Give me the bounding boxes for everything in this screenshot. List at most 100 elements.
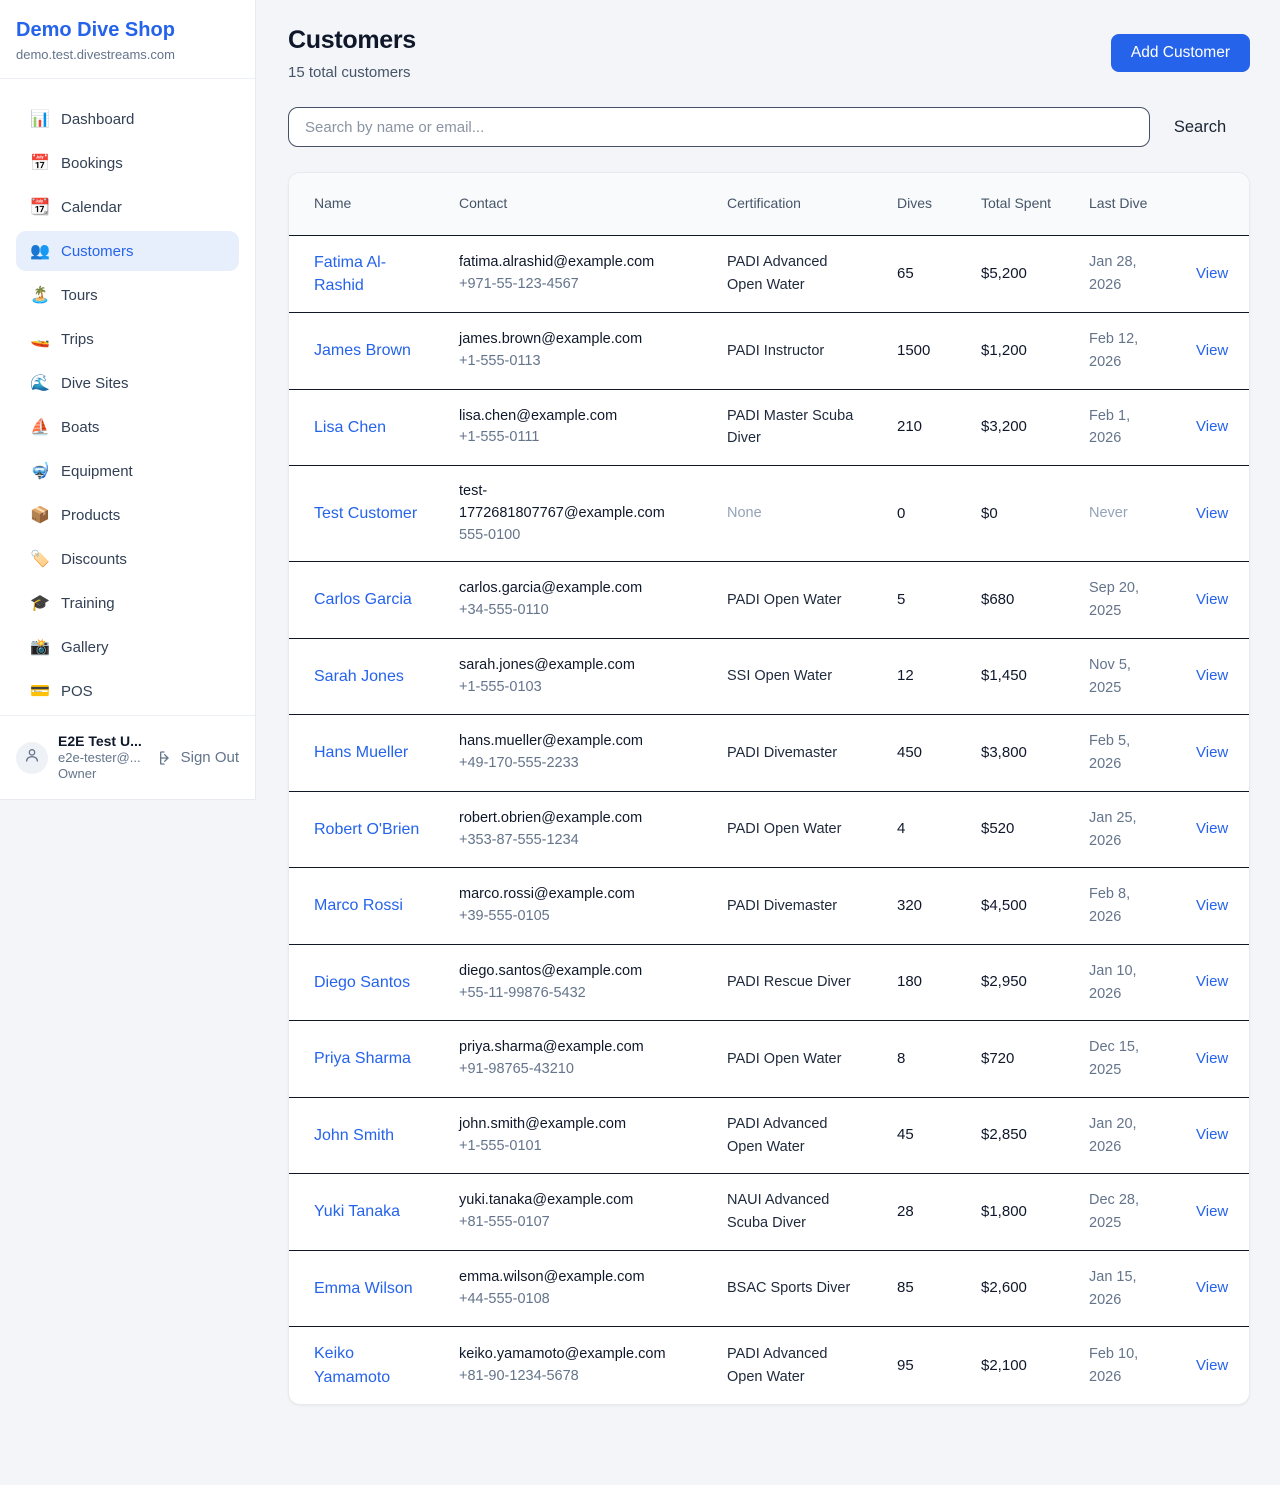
sidebar-item-label: Tours: [61, 287, 98, 304]
sidebar-item-bookings[interactable]: 📅Bookings: [16, 143, 239, 183]
dashboard-icon: 📊: [30, 109, 50, 129]
view-link[interactable]: View: [1196, 1126, 1228, 1143]
pos-icon: 💳: [30, 681, 50, 701]
customer-phone: +34-555-0110: [459, 600, 688, 622]
total-spent-cell: $1,800: [981, 1203, 1027, 1220]
dives-cell: 0: [897, 505, 905, 522]
sidebar-item-tours[interactable]: 🏝️ Tours: [16, 275, 239, 315]
view-link[interactable]: View: [1196, 1279, 1228, 1296]
view-link[interactable]: View: [1196, 897, 1228, 914]
customer-name-link[interactable]: Sarah Jones: [314, 665, 404, 688]
sidebar-item-dive-sites[interactable]: 🌊Dive Sites: [16, 363, 239, 403]
total-spent-cell: $1,450: [981, 667, 1027, 684]
tours-icon: 🏝️: [30, 285, 50, 305]
app-root: Demo Dive Shop demo.test.divestreams.com…: [0, 0, 1280, 1485]
column-header-contact: Contact: [434, 173, 702, 235]
dives-cell: 45: [897, 1126, 914, 1143]
customer-name-link[interactable]: Carlos Garcia: [314, 588, 412, 611]
sidebar-item-products[interactable]: 📦 Products: [16, 495, 239, 535]
certification-cell: BSAC Sports Diver: [727, 1280, 850, 1296]
view-link[interactable]: View: [1196, 1357, 1228, 1374]
sign-out-button[interactable]: Sign Out: [158, 749, 239, 766]
dives-cell: 4: [897, 820, 905, 837]
customer-name-link[interactable]: John Smith: [314, 1124, 394, 1147]
user-email: e2e-tester@...: [58, 750, 148, 766]
search-button[interactable]: Search: [1150, 118, 1250, 137]
customer-name-link[interactable]: Emma Wilson: [314, 1277, 413, 1300]
table-row: Marco Rossi marco.rossi@example.com +39-…: [289, 868, 1250, 945]
user-role: Owner: [58, 766, 148, 782]
customer-name-link[interactable]: James Brown: [314, 339, 411, 362]
customer-name-link[interactable]: Diego Santos: [314, 971, 410, 994]
customer-name-link[interactable]: Marco Rossi: [314, 894, 403, 917]
table-row: Lisa Chen lisa.chen@example.com +1-555-0…: [289, 389, 1250, 466]
customer-name-link[interactable]: Hans Mueller: [314, 741, 408, 764]
view-link[interactable]: View: [1196, 505, 1228, 522]
customer-phone: +353-87-555-1234: [459, 830, 688, 852]
sidebar-item-equipment[interactable]: 🤿Equipment: [16, 451, 239, 491]
customer-name-link[interactable]: Lisa Chen: [314, 416, 386, 439]
sidebar-item-calendar[interactable]: 📆Calendar: [16, 187, 239, 227]
customer-phone: +81-90-1234-5678: [459, 1366, 688, 1388]
sidebar-item-customers[interactable]: 👥Customers: [16, 231, 239, 271]
view-link[interactable]: View: [1196, 820, 1228, 837]
view-link[interactable]: View: [1196, 1203, 1228, 1220]
sidebar-item-label: POS: [61, 683, 93, 700]
sidebar-item-label: Products: [61, 507, 120, 524]
view-link[interactable]: View: [1196, 418, 1228, 435]
dives-cell: 210: [897, 418, 922, 435]
view-link[interactable]: View: [1196, 744, 1228, 761]
customer-name-link[interactable]: Fatima Al-Rashid: [314, 251, 420, 297]
customer-phone: +91-98765-43210: [459, 1059, 688, 1081]
total-spent-cell: $2,100: [981, 1357, 1027, 1374]
last-dive-cell: Dec 15, 2025: [1089, 1039, 1139, 1078]
view-link[interactable]: View: [1196, 342, 1228, 359]
total-spent-cell: $5,200: [981, 265, 1027, 282]
sign-out-icon: [158, 750, 174, 766]
dives-cell: 85: [897, 1279, 914, 1296]
customer-email: fatima.alrashid@example.com: [459, 252, 688, 274]
last-dive-cell: Feb 10, 2026: [1089, 1346, 1138, 1385]
table-row: Test Customer test-1772681807767@example…: [289, 466, 1250, 562]
sidebar-user-section: E2E Test U... e2e-tester@... Owner Sign …: [0, 715, 255, 799]
view-link[interactable]: View: [1196, 265, 1228, 282]
dive-sites-icon: 🌊: [30, 373, 50, 393]
customer-phone: +81-555-0107: [459, 1212, 688, 1234]
search-bar: Search: [288, 107, 1250, 147]
view-link[interactable]: View: [1196, 667, 1228, 684]
customer-email: carlos.garcia@example.com: [459, 578, 688, 600]
column-header-dives: Dives: [872, 173, 956, 235]
view-link[interactable]: View: [1196, 1050, 1228, 1067]
customer-name-link[interactable]: Yuki Tanaka: [314, 1200, 400, 1223]
sidebar-item-training[interactable]: 🎓Training: [16, 583, 239, 623]
last-dive-cell: Dec 28, 2025: [1089, 1192, 1139, 1231]
sidebar-item-trips[interactable]: 🚤Trips: [16, 319, 239, 359]
sidebar-item-pos[interactable]: 💳 POS: [16, 671, 239, 711]
customer-name-link[interactable]: Test Customer: [314, 502, 417, 525]
sidebar-item-gallery[interactable]: 📸Gallery: [16, 627, 239, 667]
view-link[interactable]: View: [1196, 591, 1228, 608]
products-icon: 📦: [30, 505, 50, 525]
customer-name-link[interactable]: Keiko Yamamoto: [314, 1342, 420, 1388]
user-meta: E2E Test U... e2e-tester@... Owner: [58, 733, 148, 783]
dives-cell: 5: [897, 591, 905, 608]
sidebar-item-boats[interactable]: ⛵Boats: [16, 407, 239, 447]
sidebar-item-discounts[interactable]: 🏷️Discounts: [16, 539, 239, 579]
customer-name-link[interactable]: Priya Sharma: [314, 1047, 411, 1070]
customers-table-card: NameContactCertificationDivesTotal Spent…: [288, 172, 1250, 1405]
sidebar-item-label: Customers: [61, 243, 134, 260]
page-title: Customers: [288, 26, 416, 55]
table-row: Priya Sharma priya.sharma@example.com +9…: [289, 1021, 1250, 1098]
search-input[interactable]: [288, 107, 1150, 147]
customer-phone: +1-555-0103: [459, 677, 688, 699]
add-customer-button[interactable]: Add Customer: [1111, 34, 1250, 72]
sidebar-item-dashboard[interactable]: 📊Dashboard: [16, 99, 239, 139]
customer-name-link[interactable]: Robert O'Brien: [314, 818, 419, 841]
last-dive-cell: Feb 12, 2026: [1089, 331, 1138, 370]
view-link[interactable]: View: [1196, 973, 1228, 990]
sidebar-item-label: Boats: [61, 419, 99, 436]
last-dive-cell: Jan 25, 2026: [1089, 810, 1137, 849]
sidebar-item-label: Calendar: [61, 199, 122, 216]
certification-cell: PADI Open Water: [727, 821, 841, 837]
gallery-icon: 📸: [30, 637, 50, 657]
